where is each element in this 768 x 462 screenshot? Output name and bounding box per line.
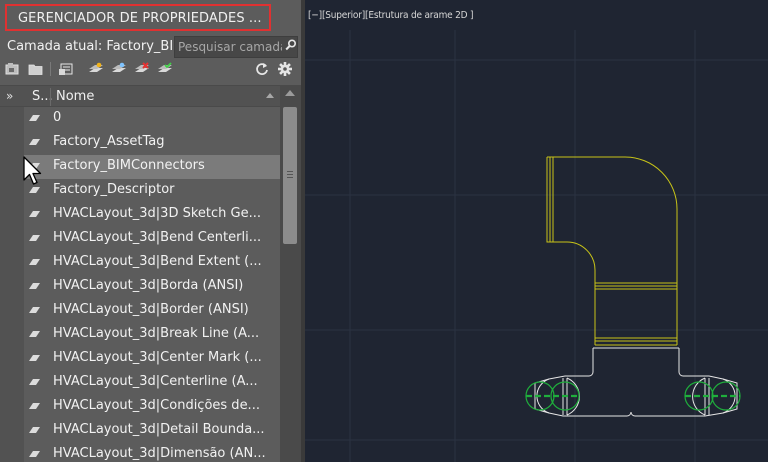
layer-status-icon[interactable] bbox=[29, 403, 40, 409]
viewport-controls-label[interactable]: [−][Superior][Estrutura de arame 2D ] bbox=[308, 10, 474, 21]
new-layer-frozen-icon[interactable] bbox=[111, 62, 127, 76]
properties-manager-panel: GERENCIADOR DE PROPRIEDADES ... Camada a… bbox=[0, 0, 301, 462]
sort-ascending-icon[interactable] bbox=[266, 93, 274, 98]
scroll-grip-icon bbox=[287, 171, 293, 178]
layer-row[interactable]: HVACLayout_3d|Detail Bounda... bbox=[24, 419, 280, 443]
layer-row[interactable]: HVACLayout_3d|Break Line (A... bbox=[24, 323, 280, 347]
layer-name: HVACLayout_3d|Condições de... bbox=[53, 398, 260, 413]
search-icon[interactable] bbox=[285, 39, 297, 51]
mouse-pointer-icon bbox=[23, 156, 42, 185]
collapse-chevrons-icon[interactable]: » bbox=[6, 89, 13, 103]
layer-row[interactable]: Factory_BIMConnectors bbox=[24, 155, 280, 179]
layer-name: HVACLayout_3d|Border (ANSI) bbox=[53, 302, 249, 317]
title-bar-spacer bbox=[274, 4, 301, 31]
set-current-icon[interactable] bbox=[157, 62, 173, 76]
layer-settings-icon[interactable] bbox=[58, 62, 74, 76]
layer-status-icon[interactable] bbox=[29, 355, 40, 361]
layer-status-icon[interactable] bbox=[29, 115, 40, 121]
layer-name: HVACLayout_3d|Dimensão (AN... bbox=[53, 446, 266, 461]
layer-name: HVACLayout_3d|Borda (ANSI) bbox=[53, 278, 244, 293]
layer-name: HVACLayout_3d|Centerline (A... bbox=[53, 374, 258, 389]
search-input[interactable] bbox=[178, 38, 282, 56]
layer-status-icon[interactable] bbox=[29, 427, 40, 433]
layer-status-icon[interactable] bbox=[29, 211, 40, 217]
layer-status-icon[interactable] bbox=[29, 451, 40, 457]
layer-status-icon[interactable] bbox=[29, 331, 40, 337]
layer-name: Factory_BIMConnectors bbox=[53, 158, 205, 173]
layer-status-icon[interactable] bbox=[29, 259, 40, 265]
layer-name: HVACLayout_3d|Detail Bounda... bbox=[53, 422, 265, 437]
current-layer-label: Camada atual: Factory_BIMConnectors bbox=[7, 39, 175, 54]
layer-row[interactable]: Factory_Descriptor bbox=[24, 179, 280, 203]
layer-row[interactable]: HVACLayout_3d|Borda (ANSI) bbox=[24, 275, 280, 299]
layer-list-scrollbar[interactable] bbox=[280, 85, 301, 462]
layer-row[interactable]: HVACLayout_3d|Bend Extent (... bbox=[24, 251, 280, 275]
layer-row[interactable]: HVACLayout_3d|Bend Centerli... bbox=[24, 227, 280, 251]
layer-name: HVACLayout_3d|Center Mark (... bbox=[53, 350, 262, 365]
layer-folder-icon[interactable] bbox=[28, 62, 44, 76]
column-divider[interactable] bbox=[50, 88, 51, 106]
layer-name: HVACLayout_3d|Break Line (A... bbox=[53, 326, 260, 341]
layer-status-icon[interactable] bbox=[29, 139, 40, 145]
layer-states-icon[interactable] bbox=[5, 62, 21, 76]
toolbar-separator bbox=[50, 62, 51, 76]
duct-elbow bbox=[546, 156, 678, 346]
layer-name: Factory_AssetTag bbox=[53, 134, 165, 149]
scroll-thumb[interactable] bbox=[283, 107, 297, 244]
layer-name: 0 bbox=[53, 110, 62, 125]
layer-status-icon[interactable] bbox=[29, 307, 40, 313]
delete-layer-icon[interactable] bbox=[134, 62, 150, 76]
layer-status-icon[interactable] bbox=[29, 379, 40, 385]
layer-list-header: » S... Nome bbox=[0, 85, 280, 107]
drawing-viewport[interactable]: [−][Superior][Estrutura de arame 2D ] bbox=[305, 0, 768, 462]
panel-title-bar[interactable]: GERENCIADOR DE PROPRIEDADES ... bbox=[5, 4, 271, 31]
layer-row[interactable]: HVACLayout_3d|Dimensão (AN... bbox=[24, 443, 280, 462]
settings-gear-icon[interactable] bbox=[277, 62, 293, 76]
layer-row[interactable]: HVACLayout_3d|Condições de... bbox=[24, 395, 280, 419]
layer-row[interactable]: 0 bbox=[24, 107, 280, 131]
layer-row[interactable]: HVACLayout_3d|3D Sketch Ge... bbox=[24, 203, 280, 227]
search-field[interactable] bbox=[174, 36, 298, 58]
layer-name: HVACLayout_3d|3D Sketch Ge... bbox=[53, 206, 261, 221]
name-column-header[interactable]: Nome bbox=[56, 89, 94, 104]
new-layer-icon[interactable] bbox=[88, 62, 104, 76]
layer-row[interactable]: Factory_AssetTag bbox=[24, 131, 280, 155]
layer-row[interactable]: HVACLayout_3d|Center Mark (... bbox=[24, 347, 280, 371]
duct-drawing bbox=[305, 30, 768, 462]
scroll-up-arrow-icon[interactable] bbox=[285, 90, 295, 96]
layer-status-icon[interactable] bbox=[29, 235, 40, 241]
layer-name: Factory_Descriptor bbox=[53, 182, 175, 197]
bim-connector-left bbox=[525, 381, 580, 411]
layer-row[interactable]: HVACLayout_3d|Border (ANSI) bbox=[24, 299, 280, 323]
layer-status-icon[interactable] bbox=[29, 283, 40, 289]
layer-name: HVACLayout_3d|Bend Centerli... bbox=[53, 230, 262, 245]
panel-title: GERENCIADOR DE PROPRIEDADES ... bbox=[18, 11, 262, 26]
layer-status-icon[interactable] bbox=[29, 187, 40, 193]
refresh-icon[interactable] bbox=[254, 62, 270, 76]
layer-name: HVACLayout_3d|Bend Extent (... bbox=[53, 254, 262, 269]
layer-row[interactable]: HVACLayout_3d|Centerline (A... bbox=[24, 371, 280, 395]
